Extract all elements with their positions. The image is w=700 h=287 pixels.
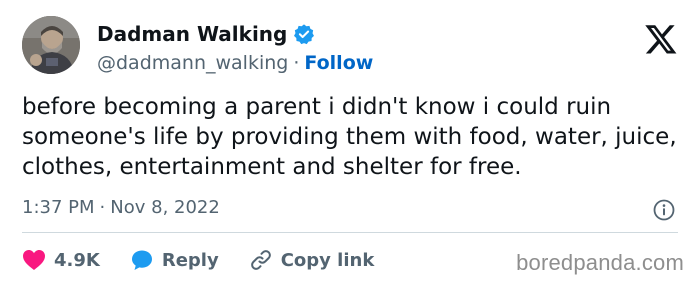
follow-button[interactable]: Follow <box>304 52 373 74</box>
author-handle[interactable]: @dadmann_walking <box>97 52 288 74</box>
author-display-name[interactable]: Dadman Walking <box>97 22 287 46</box>
like-count: 4.9K <box>54 249 100 271</box>
timestamp-separator: · <box>99 197 106 218</box>
heart-icon <box>23 250 45 270</box>
tweet-text: before becoming a parent i didn't know i… <box>22 94 677 180</box>
author-name-row: Dadman Walking <box>97 22 315 46</box>
avatar[interactable] <box>22 16 80 74</box>
info-icon[interactable] <box>652 198 676 222</box>
boredpanda-watermark: boredpanda.com <box>516 250 684 275</box>
reply-icon <box>131 250 152 270</box>
tweet-time: 1:37 PM <box>22 197 95 218</box>
handle-separator: · <box>293 52 300 74</box>
like-button[interactable]: 4.9K <box>22 249 100 271</box>
tweet-timestamp[interactable]: 1:37 PM · Nov 8, 2022 <box>22 197 220 218</box>
tweet-header: Dadman Walking @dadmann_walking · Follow <box>22 16 678 76</box>
action-bar: 4.9K Reply Copy link <box>22 246 404 274</box>
author-handle-row: @dadmann_walking · Follow <box>97 52 373 74</box>
x-logo-icon[interactable] <box>644 22 678 56</box>
tweet-date: Nov 8, 2022 <box>110 197 220 218</box>
divider <box>22 232 678 233</box>
copy-link-label: Copy link <box>280 249 375 271</box>
copy-link-button[interactable]: Copy link <box>249 248 375 272</box>
reply-button[interactable]: Reply <box>130 248 219 272</box>
link-icon <box>250 250 271 270</box>
verified-badge-icon <box>293 23 315 45</box>
reply-label: Reply <box>161 249 219 271</box>
